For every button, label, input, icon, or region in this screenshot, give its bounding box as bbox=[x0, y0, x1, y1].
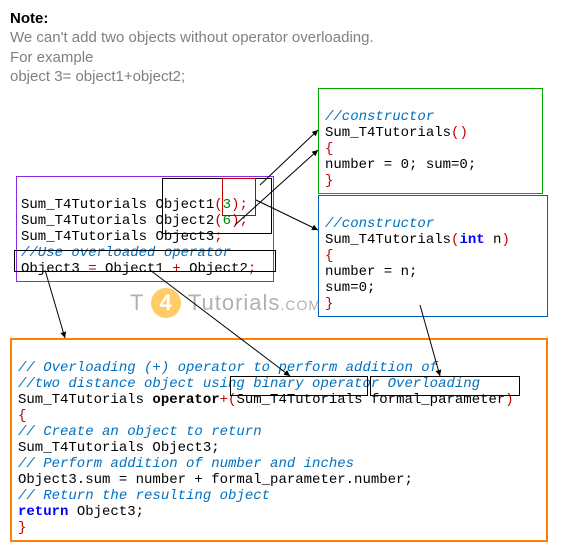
wm-four-icon: 4 bbox=[151, 288, 181, 318]
operator-function-box: // Overloading (+) operator to perform a… bbox=[10, 338, 548, 542]
decl-type: Sum_T4Tutorials bbox=[21, 197, 147, 213]
op-comment: // Perform addition of number and inches bbox=[18, 456, 354, 472]
note-block: Note: We can't add two objects without o… bbox=[10, 10, 551, 87]
constructor-param-box: //constructor Sum_T4Tutorials(int n) { n… bbox=[318, 195, 548, 317]
ctor-body: sum=0; bbox=[325, 280, 375, 296]
brace-icon: } bbox=[18, 520, 26, 536]
constructor-default-box: //constructor Sum_T4Tutorials() { number… bbox=[318, 88, 543, 194]
op-comment: // Create an object to return bbox=[18, 424, 262, 440]
brace-icon: } bbox=[325, 296, 333, 312]
brace-icon: { bbox=[325, 248, 333, 264]
note-line3: object 3= object1+object2; bbox=[10, 68, 185, 85]
assign-line-box bbox=[14, 250, 276, 272]
ctor-body: number = 0; sum=0; bbox=[325, 157, 476, 173]
param-name-box bbox=[370, 376, 520, 396]
ctor-comment: //constructor bbox=[325, 109, 434, 125]
ctor-name: Sum_T4Tutorials bbox=[325, 232, 451, 248]
op-return-kw: return bbox=[18, 504, 68, 520]
brace-icon: } bbox=[325, 173, 333, 189]
op-return-val: Object3; bbox=[68, 504, 144, 520]
brace-icon: { bbox=[325, 141, 333, 157]
watermark: T 4 Tutorials.COM bbox=[130, 288, 321, 318]
op-comment: // Return the resulting object bbox=[18, 488, 270, 504]
decl-type: Sum_T4Tutorials bbox=[21, 229, 147, 245]
op-ret-type: Sum_T4Tutorials bbox=[18, 392, 152, 408]
wm-rest: Tutorials bbox=[188, 290, 281, 315]
op-decl: Sum_T4Tutorials Object3; bbox=[18, 440, 220, 456]
op-symbol: + bbox=[220, 392, 228, 408]
note-line2: For example bbox=[10, 49, 93, 66]
wm-dotcom: .COM bbox=[280, 297, 321, 313]
ctor-body: number = n; bbox=[325, 264, 417, 280]
param-type: int bbox=[459, 232, 484, 248]
op-keyword: operator bbox=[152, 392, 219, 408]
op-comment: // Overloading (+) operator to perform a… bbox=[18, 360, 438, 376]
paren-icon: ) bbox=[501, 232, 509, 248]
param-name: n bbox=[485, 232, 502, 248]
param-type-box bbox=[230, 376, 368, 396]
decl-type: Sum_T4Tutorials bbox=[21, 213, 147, 229]
op-sum-line: Object3.sum = number + formal_parameter.… bbox=[18, 472, 413, 488]
paren-icon: ) bbox=[459, 125, 467, 141]
args-highlight-box bbox=[222, 178, 256, 216]
note-heading: Note: bbox=[10, 10, 48, 27]
note-line1: We can't add two objects without operato… bbox=[10, 29, 374, 46]
brace-icon: { bbox=[18, 408, 26, 424]
ctor-name: Sum_T4Tutorials bbox=[325, 125, 451, 141]
ctor-comment: //constructor bbox=[325, 216, 434, 232]
wm-t: T bbox=[130, 290, 144, 315]
